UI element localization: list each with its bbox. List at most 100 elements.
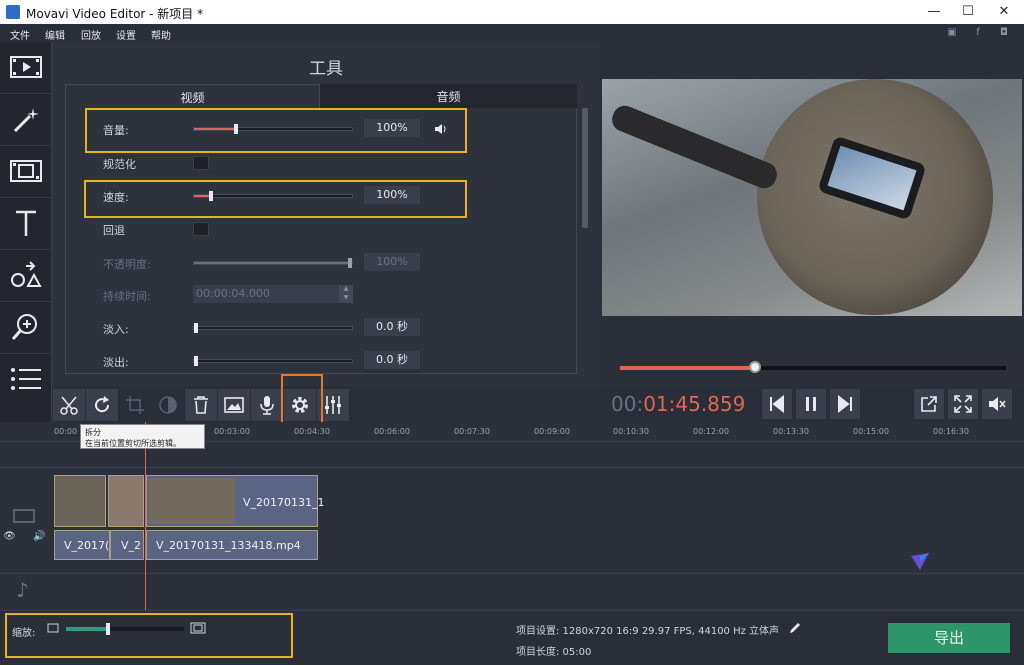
reverse-checkbox[interactable] [193, 222, 209, 236]
panel-scrollbar[interactable] [582, 108, 588, 228]
pause-icon [806, 397, 816, 411]
eye-icon[interactable]: 👁 [3, 531, 16, 542]
fade-out-slider[interactable] [193, 356, 353, 366]
facebook-icon[interactable]: f [972, 27, 984, 39]
panel-tabs: 视频 音频 [65, 84, 577, 108]
normalize-checkbox[interactable] [193, 156, 209, 170]
tick-label: 00:16:30 [933, 427, 969, 436]
status-bar: 缩放: 项目设置: 1280x720 16:9 29.97 FPS, 44100… [0, 610, 1024, 665]
pause-button[interactable] [796, 389, 826, 419]
microphone-icon [260, 396, 274, 415]
maximize-button[interactable]: ☐ [950, 0, 986, 24]
pencil-icon[interactable] [788, 621, 802, 635]
fade-in-thumb[interactable] [194, 323, 198, 333]
tick-label: 00:13:30 [773, 427, 809, 436]
music-track[interactable]: ♪ [0, 574, 1024, 610]
video-clip[interactable] [108, 475, 144, 527]
track-volume-icon[interactable]: 🔊 [33, 531, 45, 542]
crop-icon [126, 396, 144, 414]
clip-name: V_20170131_1 [243, 496, 325, 509]
normalize-label: 规范化 [103, 158, 136, 171]
edit-toolbar [52, 386, 600, 422]
menu-edit[interactable]: 编辑 [45, 27, 65, 42]
zoom-pan-button[interactable] [0, 302, 52, 354]
prev-button[interactable] [762, 389, 792, 419]
image-button[interactable] [218, 389, 250, 421]
duration-down-icon: ▼ [339, 294, 353, 303]
more-tools-button[interactable] [0, 354, 52, 406]
fade-out-value[interactable]: 0.0 秒 [364, 351, 420, 369]
title-bar: Movavi Video Editor - 新项目 * — ☐ ✕ [0, 0, 1024, 24]
opacity-row: 不透明度: 100% [66, 248, 576, 276]
video-track[interactable]: 👁 🔊 V_20170131_1 V_2017( V_2 V_20170131_… [0, 468, 1024, 574]
tick-label: 00:06:00 [374, 427, 410, 436]
speed-highlight [84, 180, 467, 218]
audio-clip[interactable]: V_2 [110, 530, 144, 560]
color-adjust-button[interactable] [152, 389, 184, 421]
tick-label: 00:15:00 [853, 427, 889, 436]
callouts-button[interactable] [0, 250, 52, 302]
close-button[interactable]: ✕ [986, 0, 1022, 24]
color-icon [159, 396, 177, 414]
split-button[interactable] [53, 389, 85, 421]
project-length: 项目长度: 05:00 [516, 647, 592, 658]
window-title: Movavi Video Editor - 新项目 * [26, 7, 204, 21]
tab-audio[interactable]: 音频 [320, 84, 577, 108]
playback-progress[interactable] [620, 361, 1006, 373]
menu-settings[interactable]: 设置 [116, 27, 136, 42]
vk-icon[interactable]: ◘ [998, 27, 1010, 39]
pan-handle-image [608, 102, 781, 192]
record-audio-button[interactable] [251, 389, 283, 421]
youtube-icon[interactable]: ▣ [946, 27, 958, 39]
minimize-button[interactable]: — [916, 0, 952, 24]
fullscreen-icon [954, 395, 972, 413]
video-clip[interactable] [54, 475, 106, 527]
scissors-icon [60, 396, 78, 415]
tab-video[interactable]: 视频 [65, 84, 320, 108]
equalizer-icon [325, 396, 341, 414]
fade-out-thumb[interactable] [194, 356, 198, 366]
image-icon [224, 397, 244, 413]
fade-in-label: 淡入: [103, 323, 129, 336]
mute-button[interactable] [982, 389, 1012, 419]
next-button[interactable] [830, 389, 860, 419]
fade-in-slider[interactable] [193, 323, 353, 333]
tick-label: 00:03:00 [214, 427, 250, 436]
watermark-icon [911, 553, 929, 570]
fullscreen-button[interactable] [948, 389, 978, 419]
playhead[interactable] [145, 422, 146, 610]
crop-button[interactable] [119, 389, 151, 421]
rotate-button[interactable] [86, 389, 118, 421]
fade-in-value[interactable]: 0.0 秒 [364, 318, 420, 336]
timeline: 00:00 00:03:00 00:04:30 00:06:00 00:07:3… [0, 422, 1024, 610]
export-button[interactable]: 导出 [888, 623, 1010, 653]
player-controls: 00:01:45.859 [600, 386, 1024, 422]
transitions-button[interactable] [0, 146, 52, 198]
video-clip[interactable]: V_20170131_1 [146, 475, 325, 527]
menu-playback[interactable]: 回放 [81, 27, 101, 42]
text-icon [16, 210, 36, 236]
filters-button[interactable] [0, 94, 52, 146]
shapes-icon [11, 261, 42, 287]
delete-button[interactable] [185, 389, 217, 421]
video-preview [602, 79, 1022, 316]
opacity-thumb [348, 258, 352, 268]
playback-knob[interactable] [749, 361, 762, 373]
tooltip-text: 在当前位置剪切所选剪辑。 [85, 439, 181, 448]
timecode-current: 01:45.859 [643, 392, 746, 416]
tooltip-title: 拆分 [85, 428, 101, 437]
reverse-row: 回退 [66, 214, 576, 242]
timecode: 00:01:45.859 [611, 392, 745, 416]
tick-label: 00:04:30 [294, 427, 330, 436]
tick-label: 00:09:00 [534, 427, 570, 436]
audio-clip[interactable]: V_20170131_133418.mp4 [146, 530, 318, 560]
menu-file[interactable]: 文件 [10, 27, 30, 42]
detach-preview-button[interactable] [914, 389, 944, 419]
volume-highlight [85, 108, 467, 153]
fade-in-row: 淡入: 0.0 秒 [66, 313, 576, 341]
menu-help[interactable]: 帮助 [151, 27, 171, 42]
titles-button[interactable] [0, 198, 52, 250]
import-media-button[interactable] [0, 42, 52, 94]
audio-clip[interactable]: V_2017( [54, 530, 110, 560]
duration-label: 持续时间: [103, 290, 151, 303]
